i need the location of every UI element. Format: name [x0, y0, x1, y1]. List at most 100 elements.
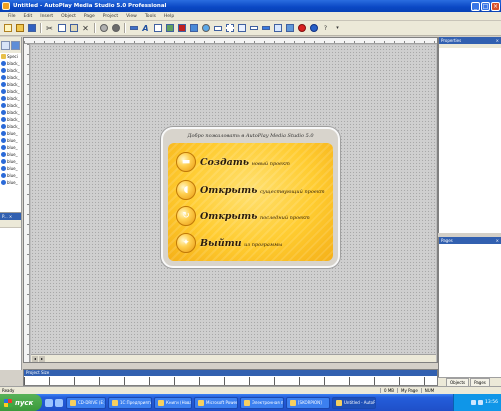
explorer-item-label: blue_ — [7, 145, 18, 150]
explorer-tab-objects[interactable] — [11, 40, 20, 50]
explorer-item-label: black_ — [7, 89, 20, 94]
explorer-item[interactable]: blue_ — [0, 130, 21, 137]
progress-object-icon[interactable] — [260, 23, 271, 34]
scroll-right-icon[interactable]: ▸ — [39, 356, 45, 362]
cut-icon[interactable]: ✂ — [44, 23, 55, 34]
scroll-left-icon[interactable]: ◂ — [32, 356, 38, 362]
flash-object-icon[interactable] — [176, 23, 187, 34]
build-icon[interactable] — [110, 23, 121, 34]
delete-icon[interactable]: ✕ — [80, 23, 91, 34]
desktop-icon[interactable] — [55, 398, 63, 407]
start-button[interactable]: пуск — [0, 394, 42, 411]
explorer-item[interactable]: black_ — [0, 74, 21, 81]
web-object-icon[interactable] — [200, 23, 211, 34]
close-icon[interactable]: × — [496, 37, 499, 44]
new-project-icon[interactable] — [2, 23, 13, 34]
explorer-item[interactable]: black_ — [0, 123, 21, 130]
open-icon[interactable] — [14, 23, 25, 34]
object-icon — [1, 110, 6, 115]
object-icon — [1, 82, 6, 87]
explorer-list: Speci black_ black_ black_ black_ black_ black… — [0, 53, 21, 186]
explorer-item[interactable]: blue_ — [0, 137, 21, 144]
input-object-icon[interactable] — [212, 23, 223, 34]
recent-project-icon: ↻ — [176, 206, 196, 226]
listbox-object-icon[interactable] — [236, 23, 247, 34]
tray-icon[interactable] — [478, 400, 484, 405]
menu-bar: File Edit Insert Object Page Project Vie… — [0, 12, 501, 21]
menu-tools[interactable]: Tools — [141, 14, 160, 19]
option-subtitle: существующий проект — [259, 188, 325, 195]
exit-option[interactable]: ✦ Выйти из программы — [176, 232, 282, 254]
tree-object-icon[interactable] — [272, 23, 283, 34]
app-icon — [112, 399, 118, 406]
taskbar-item[interactable]: 1С:Предприятие — [108, 396, 152, 409]
close-icon[interactable]: × — [496, 237, 499, 244]
paragraph-object-icon[interactable] — [152, 23, 163, 34]
maximize-button[interactable]: □ — [481, 1, 490, 11]
explorer-item[interactable]: blue_ — [0, 172, 21, 179]
button-object-icon[interactable] — [128, 23, 139, 34]
label-object-icon[interactable]: A — [140, 23, 151, 34]
taskbar-item[interactable]: Электронная п... — [240, 396, 284, 409]
menu-file[interactable]: File — [4, 14, 20, 19]
minimize-button[interactable]: _ — [471, 1, 480, 11]
help-icon[interactable] — [308, 23, 319, 34]
explorer-item[interactable]: Speci — [0, 53, 21, 60]
explorer-item[interactable]: blue_ — [0, 165, 21, 172]
explorer-item[interactable]: black_ — [0, 109, 21, 116]
welcome-dialog: Добро пожаловать в AutoPlay Media Studio… — [161, 127, 340, 268]
explorer-item[interactable]: black_ — [0, 116, 21, 123]
taskbar-item[interactable]: Untitled - AutoP... — [332, 396, 376, 409]
image-object-icon[interactable] — [164, 23, 175, 34]
menu-view[interactable]: View — [122, 14, 141, 19]
preview-icon[interactable] — [98, 23, 109, 34]
menu-page[interactable]: Page — [80, 14, 99, 19]
combobox-object-icon[interactable] — [248, 23, 259, 34]
taskbar-item[interactable]: CD-DRIVE (E:) — [66, 396, 106, 409]
paste-icon[interactable] — [68, 23, 79, 34]
explorer-item[interactable]: black_ — [0, 88, 21, 95]
taskbar-item-label: Электронная п... — [252, 400, 284, 405]
explorer-item[interactable]: black_ — [0, 60, 21, 67]
video-object-icon[interactable] — [188, 23, 199, 34]
app-icon — [244, 399, 250, 406]
explorer-item[interactable]: black_ — [0, 102, 21, 109]
explorer-item[interactable]: blue_ — [0, 158, 21, 165]
menu-object[interactable]: Object — [57, 14, 80, 19]
explorer-item[interactable]: black_ — [0, 81, 21, 88]
taskbar-item[interactable]: Книги (Новая... — [154, 396, 192, 409]
menu-project[interactable]: Project — [99, 14, 122, 19]
taskbar-item[interactable]: Microsoft PowerP... — [194, 396, 238, 409]
menu-help[interactable]: Help — [160, 14, 178, 19]
whats-this-icon[interactable]: ? — [320, 23, 331, 34]
ie-icon[interactable] — [45, 398, 53, 407]
taskbar-item-label: Microsoft PowerP... — [206, 400, 238, 405]
explorer-item-label: black_ — [7, 110, 20, 115]
explorer-item[interactable]: black_ — [0, 95, 21, 102]
plugin-object-icon[interactable] — [284, 23, 295, 34]
explorer-item[interactable]: blue_ — [0, 151, 21, 158]
close-button[interactable]: × — [491, 1, 500, 11]
explorer-tabs — [0, 37, 21, 53]
open-existing-option[interactable]: ◖ Открыть существующий проект — [176, 179, 325, 201]
explorer-item[interactable]: black_ — [0, 67, 21, 74]
start-label: пуск — [15, 398, 34, 407]
open-recent-option[interactable]: ↻ Открыть последний проект — [176, 205, 310, 227]
explorer-item[interactable]: blue_ — [0, 144, 21, 151]
save-icon[interactable] — [26, 23, 37, 34]
taskbar-item[interactable]: [SKORPION] — [286, 396, 330, 409]
menu-edit[interactable]: Edit — [20, 14, 37, 19]
canvas-scrollbar[interactable]: ◂ ▸ — [31, 354, 436, 362]
pages-title: Pages — [441, 238, 453, 243]
tray-icon[interactable] — [471, 400, 477, 405]
explorer-tab-page[interactable] — [1, 40, 10, 50]
folder-icon — [1, 54, 6, 59]
menu-insert[interactable]: Insert — [36, 14, 57, 19]
object-icon — [1, 103, 6, 108]
stop-icon[interactable] — [296, 23, 307, 34]
new-project-option[interactable]: ▬ Создать новый проект — [176, 151, 290, 173]
copy-icon[interactable] — [56, 23, 67, 34]
explorer-item[interactable]: blue_ — [0, 179, 21, 186]
more-dropdown-icon[interactable]: ▾ — [332, 23, 343, 34]
hotspot-object-icon[interactable] — [224, 23, 235, 34]
